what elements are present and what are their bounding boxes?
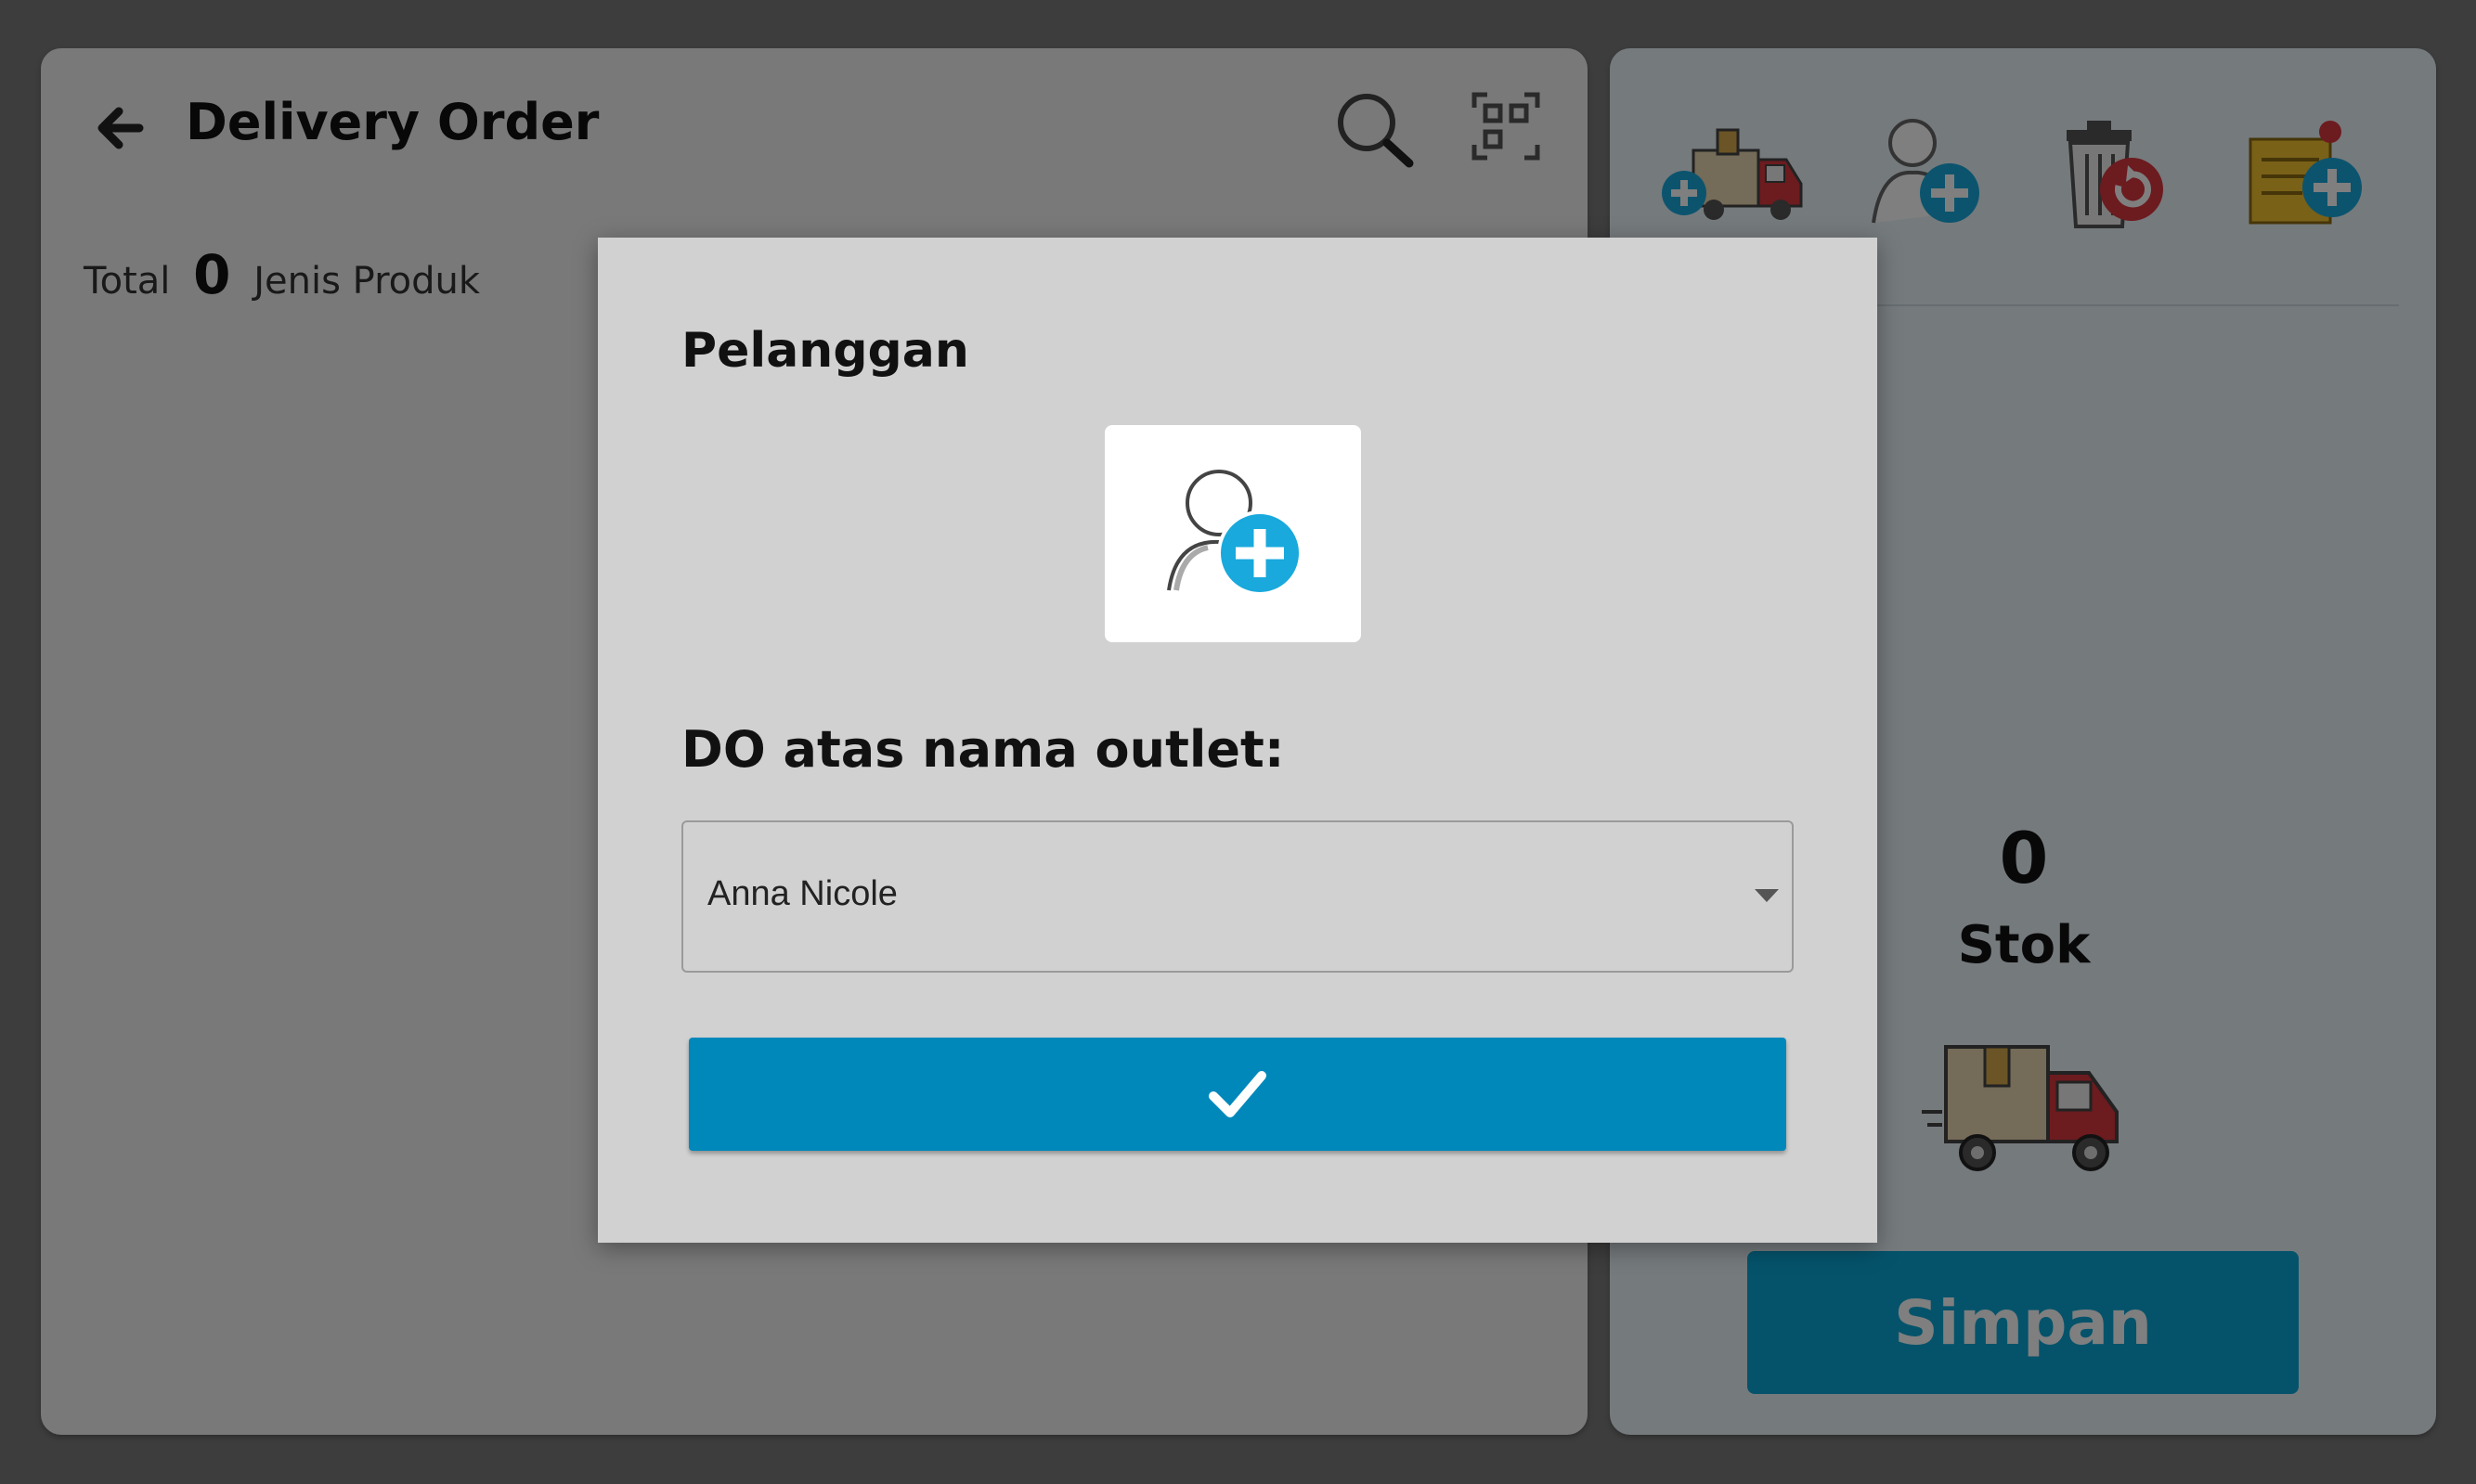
checkmark-icon	[1209, 1071, 1266, 1117]
add-customer-button[interactable]	[1105, 425, 1361, 642]
customer-dialog: Pelanggan DO atas nama outlet: Anna Nico…	[598, 238, 1877, 1243]
chevron-down-icon	[1755, 889, 1779, 902]
add-customer-icon	[1167, 470, 1303, 596]
confirm-button[interactable]	[689, 1038, 1786, 1151]
outlet-dropdown[interactable]: Anna Nicole	[681, 820, 1794, 973]
outlet-selected-value: Anna Nicole	[707, 874, 898, 913]
outlet-label: DO atas nama outlet:	[681, 720, 1285, 779]
dialog-title: Pelanggan	[681, 323, 969, 379]
